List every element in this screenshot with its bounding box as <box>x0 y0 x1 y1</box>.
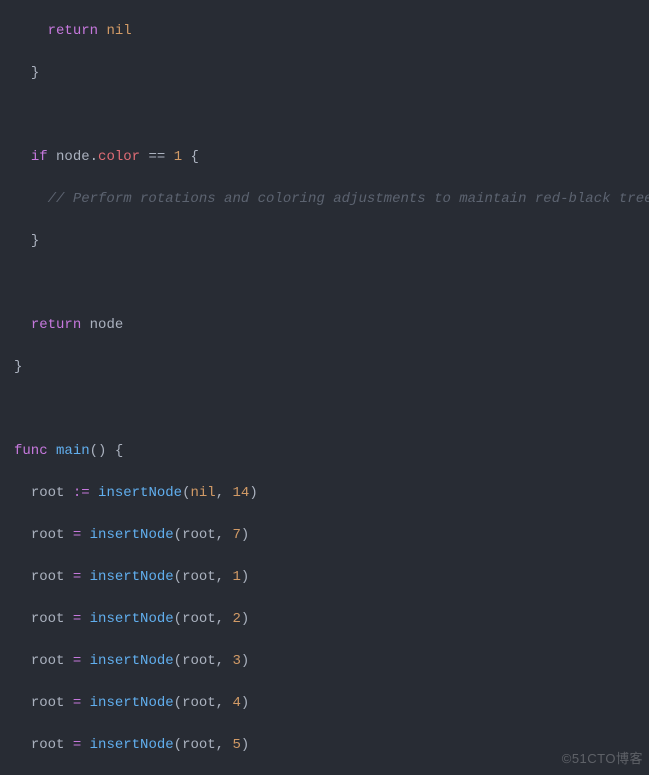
code-line: } <box>0 63 649 84</box>
ident: root <box>31 485 65 501</box>
code-line: root = insertNode(root, 7) <box>0 525 649 546</box>
ident: node <box>90 317 124 333</box>
brace: } <box>31 65 39 81</box>
code-line: root = insertNode(root, 4) <box>0 693 649 714</box>
ident: root <box>31 653 65 669</box>
code-line <box>0 399 649 420</box>
num: 1 <box>232 569 240 585</box>
num: 5 <box>232 737 240 753</box>
keyword-func: func <box>14 443 48 459</box>
ident: node <box>56 149 90 165</box>
ident: root <box>182 695 216 711</box>
code-line: root := insertNode(nil, 14) <box>0 483 649 504</box>
op: = <box>73 569 81 585</box>
code-line: return node <box>0 315 649 336</box>
code-line: root = insertNode(root, 3) <box>0 651 649 672</box>
code-line: root = insertNode(root, 2) <box>0 609 649 630</box>
op: := <box>73 485 90 501</box>
op: = <box>73 695 81 711</box>
op: == <box>148 149 165 165</box>
num: 1 <box>174 149 182 165</box>
code-line <box>0 273 649 294</box>
keyword-return: return <box>48 23 98 39</box>
ident: root <box>182 527 216 543</box>
num: 3 <box>232 653 240 669</box>
ident: root <box>31 695 65 711</box>
num: 7 <box>232 527 240 543</box>
fn-call: insertNode <box>90 611 174 627</box>
nil-literal: nil <box>106 23 131 39</box>
ident: root <box>31 569 65 585</box>
ident: root <box>31 737 65 753</box>
code-line: if node.color == 1 { <box>0 147 649 168</box>
num: 14 <box>233 485 250 501</box>
code-line: } <box>0 357 649 378</box>
brace: } <box>31 233 39 249</box>
nil-literal: nil <box>190 485 215 501</box>
op: = <box>73 611 81 627</box>
op: = <box>73 653 81 669</box>
fn-name: main <box>56 443 90 459</box>
ident: root <box>31 527 65 543</box>
fn-call: insertNode <box>90 653 174 669</box>
keyword-if: if <box>31 149 48 165</box>
code-line: return nil <box>0 21 649 42</box>
op: = <box>73 527 81 543</box>
fn-call: insertNode <box>98 485 182 501</box>
ident: root <box>182 653 216 669</box>
brace: } <box>14 359 22 375</box>
fn-call: insertNode <box>90 737 174 753</box>
fn-call: insertNode <box>90 695 174 711</box>
ident: root <box>182 569 216 585</box>
code-line: // Perform rotations and coloring adjust… <box>0 189 649 210</box>
code-line: root = insertNode(root, 1) <box>0 567 649 588</box>
watermark: ©51CTO博客 <box>562 748 643 769</box>
code-line: root = insertNode(root, 5) <box>0 735 649 756</box>
num: 2 <box>232 611 240 627</box>
code-line: } <box>0 231 649 252</box>
fn-call: insertNode <box>90 569 174 585</box>
code-line <box>0 105 649 126</box>
code-line: func main() { <box>0 441 649 462</box>
ident: root <box>182 737 216 753</box>
comment: // Perform rotations and coloring adjust… <box>48 191 649 207</box>
ident: root <box>31 611 65 627</box>
brace: { <box>191 149 199 165</box>
member: color <box>98 149 140 165</box>
fn-call: insertNode <box>90 527 174 543</box>
keyword-return: return <box>31 317 81 333</box>
ident: root <box>182 611 216 627</box>
num: 4 <box>232 695 240 711</box>
paren: () { <box>90 443 124 459</box>
op: = <box>73 737 81 753</box>
code-block: return nil } if node.color == 1 { // Per… <box>0 0 649 775</box>
